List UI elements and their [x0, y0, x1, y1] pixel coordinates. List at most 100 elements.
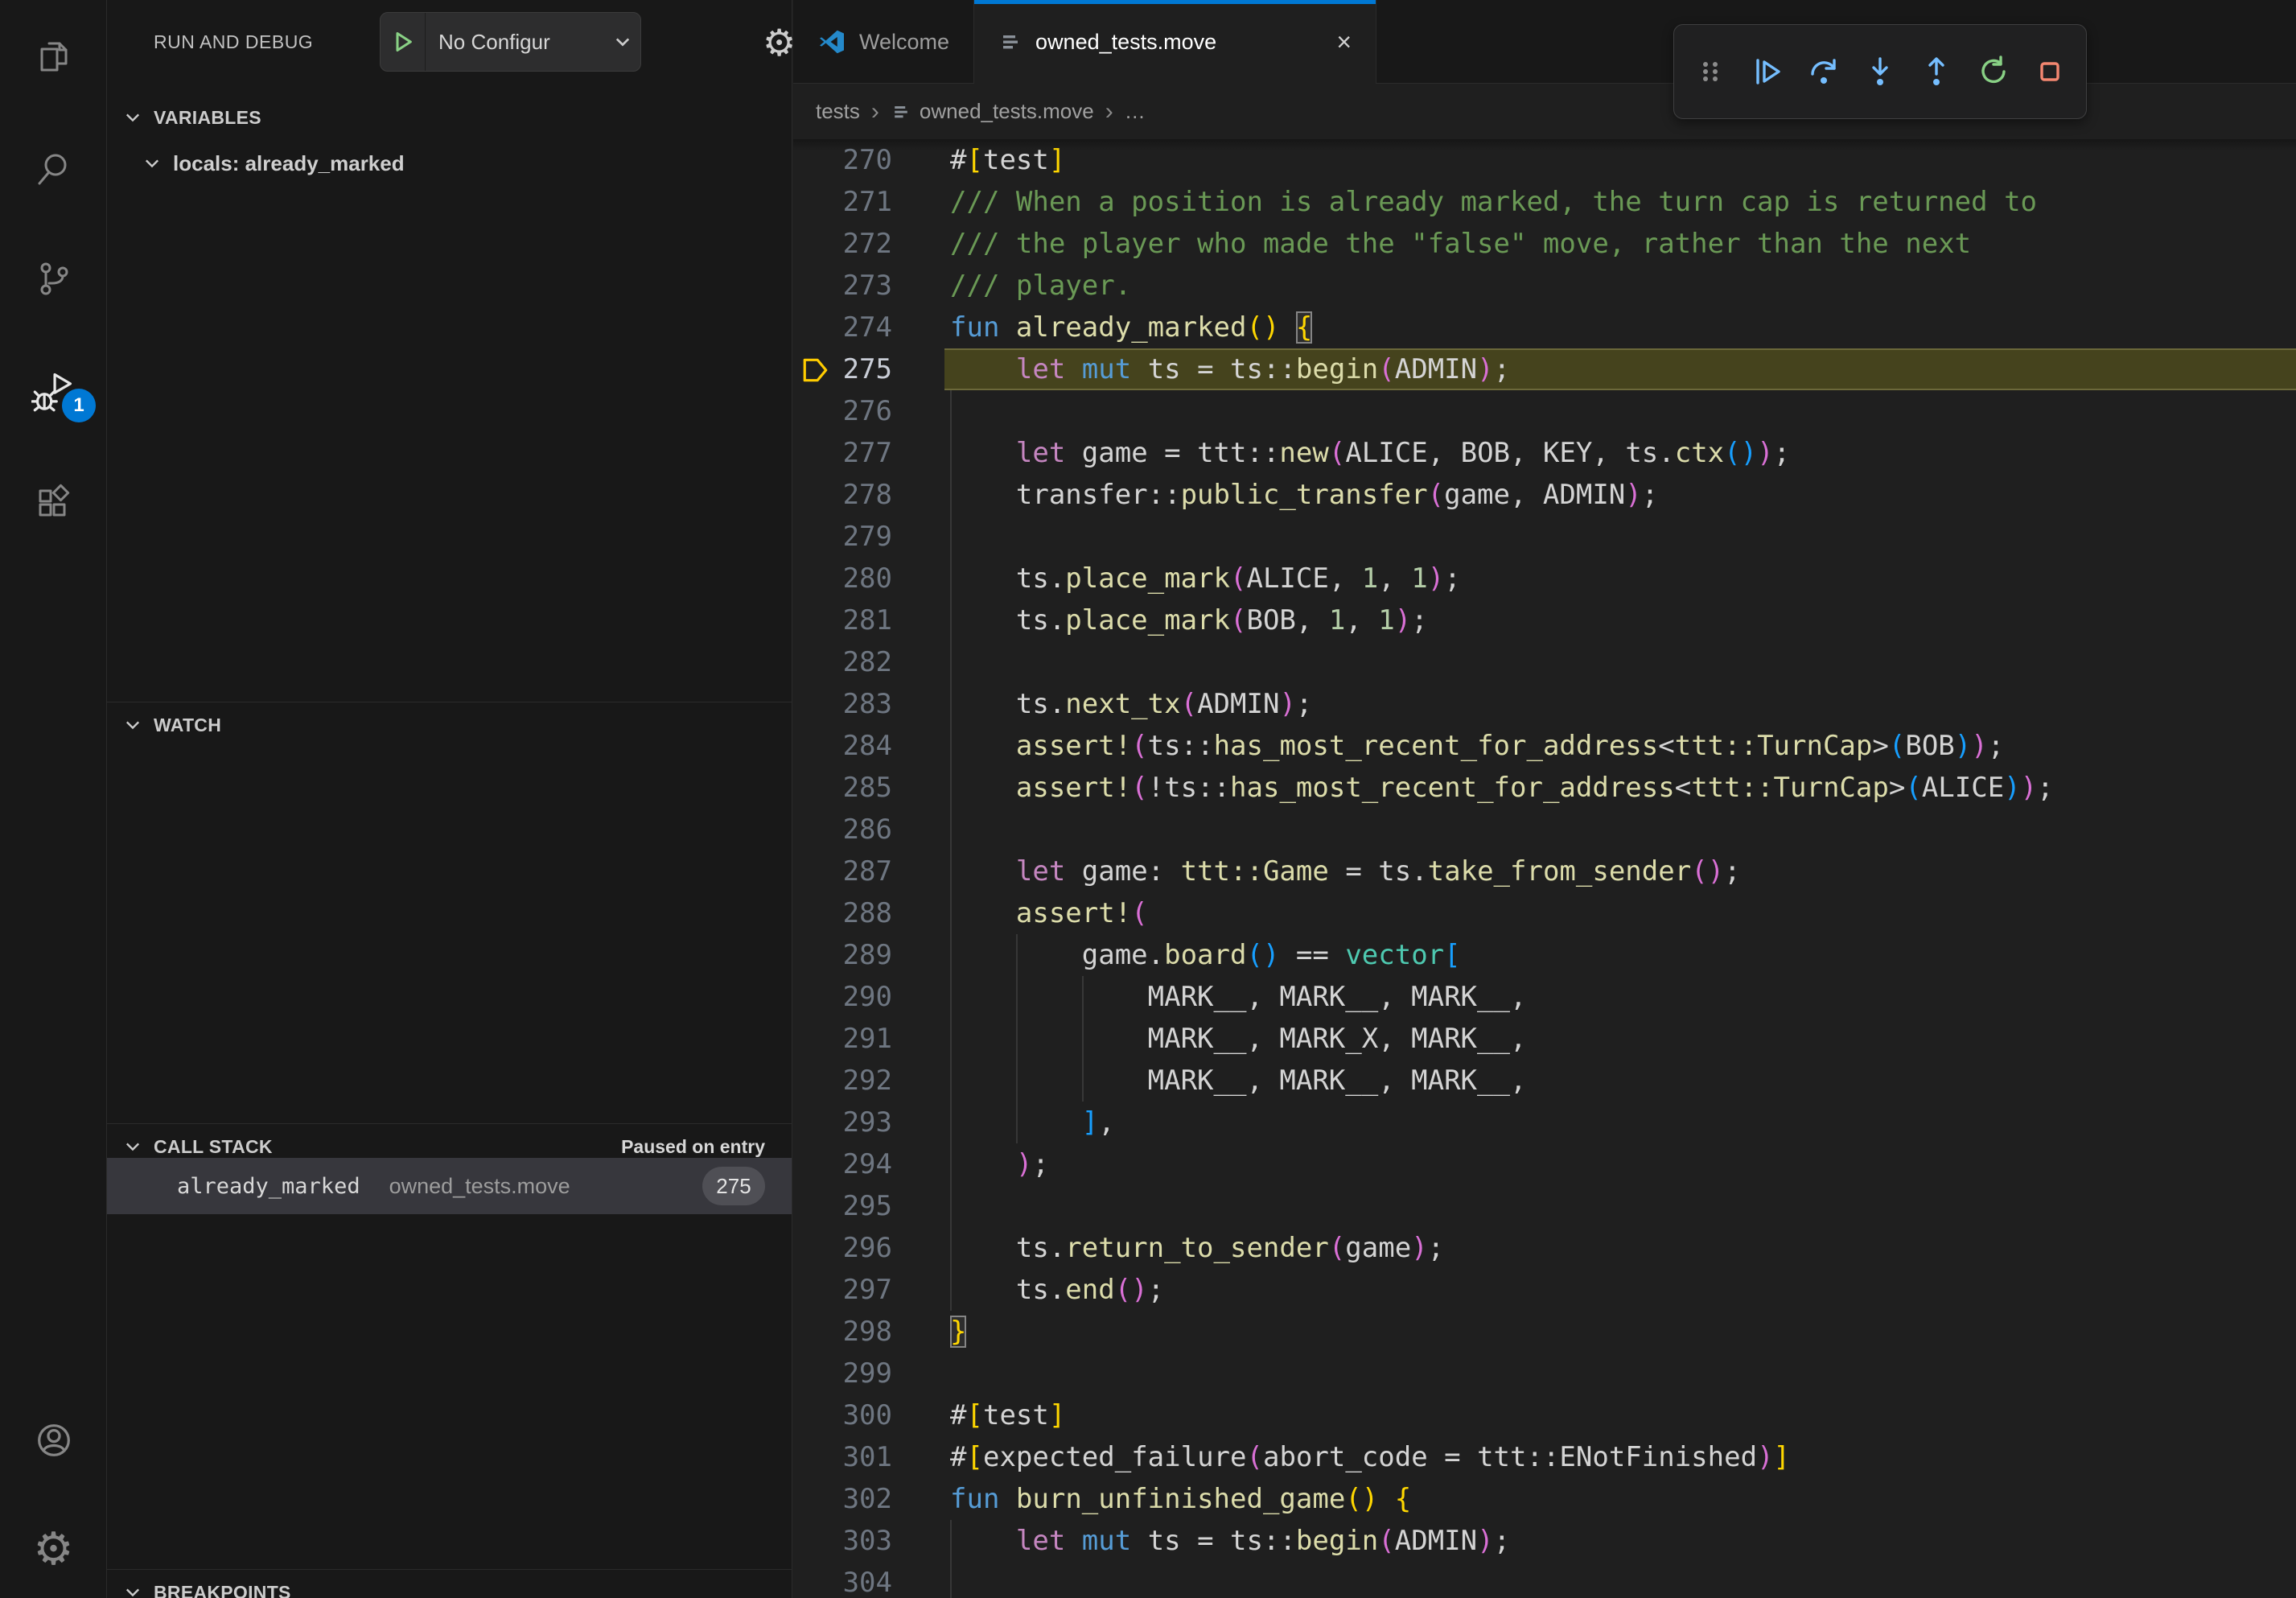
gutter[interactable]: 275 — [793, 348, 944, 390]
debug-settings-gear-icon[interactable]: ⚙ — [763, 24, 796, 61]
code-line-content[interactable]: let game = ttt::new(ALICE, BOB, KEY, ts.… — [944, 432, 2296, 474]
code-line-content[interactable] — [944, 516, 2296, 558]
code-line[interactable]: 279 — [793, 516, 2296, 558]
gutter[interactable]: 276 — [793, 390, 944, 432]
code-line-content[interactable] — [944, 1562, 2296, 1598]
gutter[interactable]: 280 — [793, 558, 944, 599]
continue-button[interactable] — [1743, 38, 1791, 105]
activity-extensions[interactable] — [0, 459, 107, 548]
code-line[interactable]: 290 MARK__, MARK__, MARK__, — [793, 976, 2296, 1018]
code-line[interactable]: 294 ); — [793, 1143, 2296, 1185]
step-over-button[interactable] — [1800, 38, 1848, 105]
code-line-content[interactable]: MARK__, MARK__, MARK__, — [944, 1060, 2296, 1102]
watch-header[interactable]: WATCH — [107, 702, 792, 748]
code-line[interactable]: 276 — [793, 390, 2296, 432]
activity-explorer[interactable] — [0, 12, 107, 101]
code-line[interactable]: 270#[test] — [793, 139, 2296, 181]
code-line-content[interactable] — [944, 809, 2296, 850]
call-stack-frame-row[interactable]: already_marked owned_tests.move 275 — [107, 1158, 792, 1214]
code-line[interactable]: 277 let game = ttt::new(ALICE, BOB, KEY,… — [793, 432, 2296, 474]
code-line-content[interactable]: /// When a position is already marked, t… — [944, 181, 2296, 223]
code-line[interactable]: 285 assert!(!ts::has_most_recent_for_add… — [793, 767, 2296, 809]
code-line[interactable]: 274fun already_marked() { — [793, 307, 2296, 348]
gutter[interactable]: 299 — [793, 1353, 944, 1394]
activity-settings[interactable]: ⚙ — [0, 1505, 107, 1594]
gutter[interactable]: 290 — [793, 976, 944, 1018]
code-line[interactable]: 275 let mut ts = ts::begin(ADMIN); — [793, 348, 2296, 390]
variables-header[interactable]: VARIABLES — [107, 95, 792, 140]
gutter[interactable]: 284 — [793, 725, 944, 767]
gutter[interactable]: 286 — [793, 809, 944, 850]
gutter[interactable]: 302 — [793, 1478, 944, 1520]
code-line-content[interactable]: MARK__, MARK_X, MARK__, — [944, 1018, 2296, 1060]
code-line[interactable]: 300#[test] — [793, 1394, 2296, 1436]
gutter[interactable]: 279 — [793, 516, 944, 558]
breadcrumb-file[interactable]: owned_tests.move — [920, 99, 1094, 124]
activity-run-debug[interactable]: 1 — [0, 347, 107, 435]
code-line[interactable]: 302fun burn_unfinished_game() { — [793, 1478, 2296, 1520]
code-line[interactable]: 301#[expected_failure(abort_code = ttt::… — [793, 1436, 2296, 1478]
code-line[interactable]: 271/// When a position is already marked… — [793, 181, 2296, 223]
code-line-content[interactable]: } — [944, 1311, 2296, 1353]
code-line[interactable]: 296 ts.return_to_sender(game); — [793, 1227, 2296, 1269]
code-line-content[interactable] — [944, 641, 2296, 683]
code-line[interactable]: 287 let game: ttt::Game = ts.take_from_s… — [793, 850, 2296, 892]
code-line-content[interactable]: fun already_marked() { — [944, 307, 2296, 348]
gutter[interactable]: 297 — [793, 1269, 944, 1311]
code-line[interactable]: 297 ts.end(); — [793, 1269, 2296, 1311]
gutter[interactable]: 270 — [793, 139, 944, 181]
breadcrumb-more[interactable]: … — [1125, 99, 1146, 124]
toolbar-drag-handle[interactable] — [1686, 38, 1734, 105]
code-line-content[interactable]: ], — [944, 1102, 2296, 1143]
gutter[interactable]: 304 — [793, 1562, 944, 1598]
code-line-content[interactable]: ts.return_to_sender(game); — [944, 1227, 2296, 1269]
code-line[interactable]: 281 ts.place_mark(BOB, 1, 1); — [793, 599, 2296, 641]
code-line[interactable]: 299 — [793, 1353, 2296, 1394]
code-line-content[interactable] — [944, 1185, 2296, 1227]
code-line-content[interactable]: game.board() == vector[ — [944, 934, 2296, 976]
code-line[interactable]: 273/// player. — [793, 265, 2296, 307]
code-line[interactable]: 295 — [793, 1185, 2296, 1227]
restart-button[interactable] — [1969, 38, 2018, 105]
activity-search[interactable] — [0, 125, 107, 213]
gutter[interactable]: 272 — [793, 223, 944, 265]
gutter[interactable]: 287 — [793, 850, 944, 892]
code-line-content[interactable]: assert!(!ts::has_most_recent_for_address… — [944, 767, 2296, 809]
gutter[interactable]: 300 — [793, 1394, 944, 1436]
variables-scope-row[interactable]: locals: already_marked — [107, 140, 792, 187]
code-editor[interactable]: 270#[test]271/// When a position is alre… — [793, 139, 2296, 1598]
code-line[interactable]: 303 let mut ts = ts::begin(ADMIN); — [793, 1520, 2296, 1562]
gutter[interactable]: 294 — [793, 1143, 944, 1185]
code-line[interactable]: 284 assert!(ts::has_most_recent_for_addr… — [793, 725, 2296, 767]
code-line[interactable]: 291 MARK__, MARK_X, MARK__, — [793, 1018, 2296, 1060]
activity-account[interactable] — [0, 1396, 107, 1485]
code-line[interactable]: 272/// the player who made the "false" m… — [793, 223, 2296, 265]
code-line-content[interactable]: #[test] — [944, 1394, 2296, 1436]
gutter[interactable]: 301 — [793, 1436, 944, 1478]
code-line-content[interactable]: fun burn_unfinished_game() { — [944, 1478, 2296, 1520]
code-line[interactable]: 283 ts.next_tx(ADMIN); — [793, 683, 2296, 725]
gutter[interactable]: 273 — [793, 265, 944, 307]
code-line-content[interactable]: ts.end(); — [944, 1269, 2296, 1311]
code-line-content[interactable]: let game: ttt::Game = ts.take_from_sende… — [944, 850, 2296, 892]
code-line[interactable]: 288 assert!( — [793, 892, 2296, 934]
code-line-content[interactable]: ts.place_mark(ALICE, 1, 1); — [944, 558, 2296, 599]
gutter[interactable]: 274 — [793, 307, 944, 348]
code-line[interactable]: 298} — [793, 1311, 2296, 1353]
code-line[interactable]: 292 MARK__, MARK__, MARK__, — [793, 1060, 2296, 1102]
gutter[interactable]: 271 — [793, 181, 944, 223]
code-line-content[interactable]: #[test] — [944, 139, 2296, 181]
code-line-content[interactable]: assert!(ts::has_most_recent_for_address<… — [944, 725, 2296, 767]
gutter[interactable]: 282 — [793, 641, 944, 683]
tab-welcome[interactable]: Welcome — [793, 0, 974, 84]
gutter[interactable]: 285 — [793, 767, 944, 809]
gutter[interactable]: 277 — [793, 432, 944, 474]
code-line[interactable]: 304 — [793, 1562, 2296, 1598]
gutter[interactable]: 283 — [793, 683, 944, 725]
gutter[interactable]: 289 — [793, 934, 944, 976]
tab-owned-tests[interactable]: owned_tests.move × — [974, 0, 1376, 84]
code-line[interactable]: 286 — [793, 809, 2296, 850]
stop-button[interactable] — [2026, 38, 2074, 105]
code-line[interactable]: 278 transfer::public_transfer(game, ADMI… — [793, 474, 2296, 516]
gutter[interactable]: 298 — [793, 1311, 944, 1353]
